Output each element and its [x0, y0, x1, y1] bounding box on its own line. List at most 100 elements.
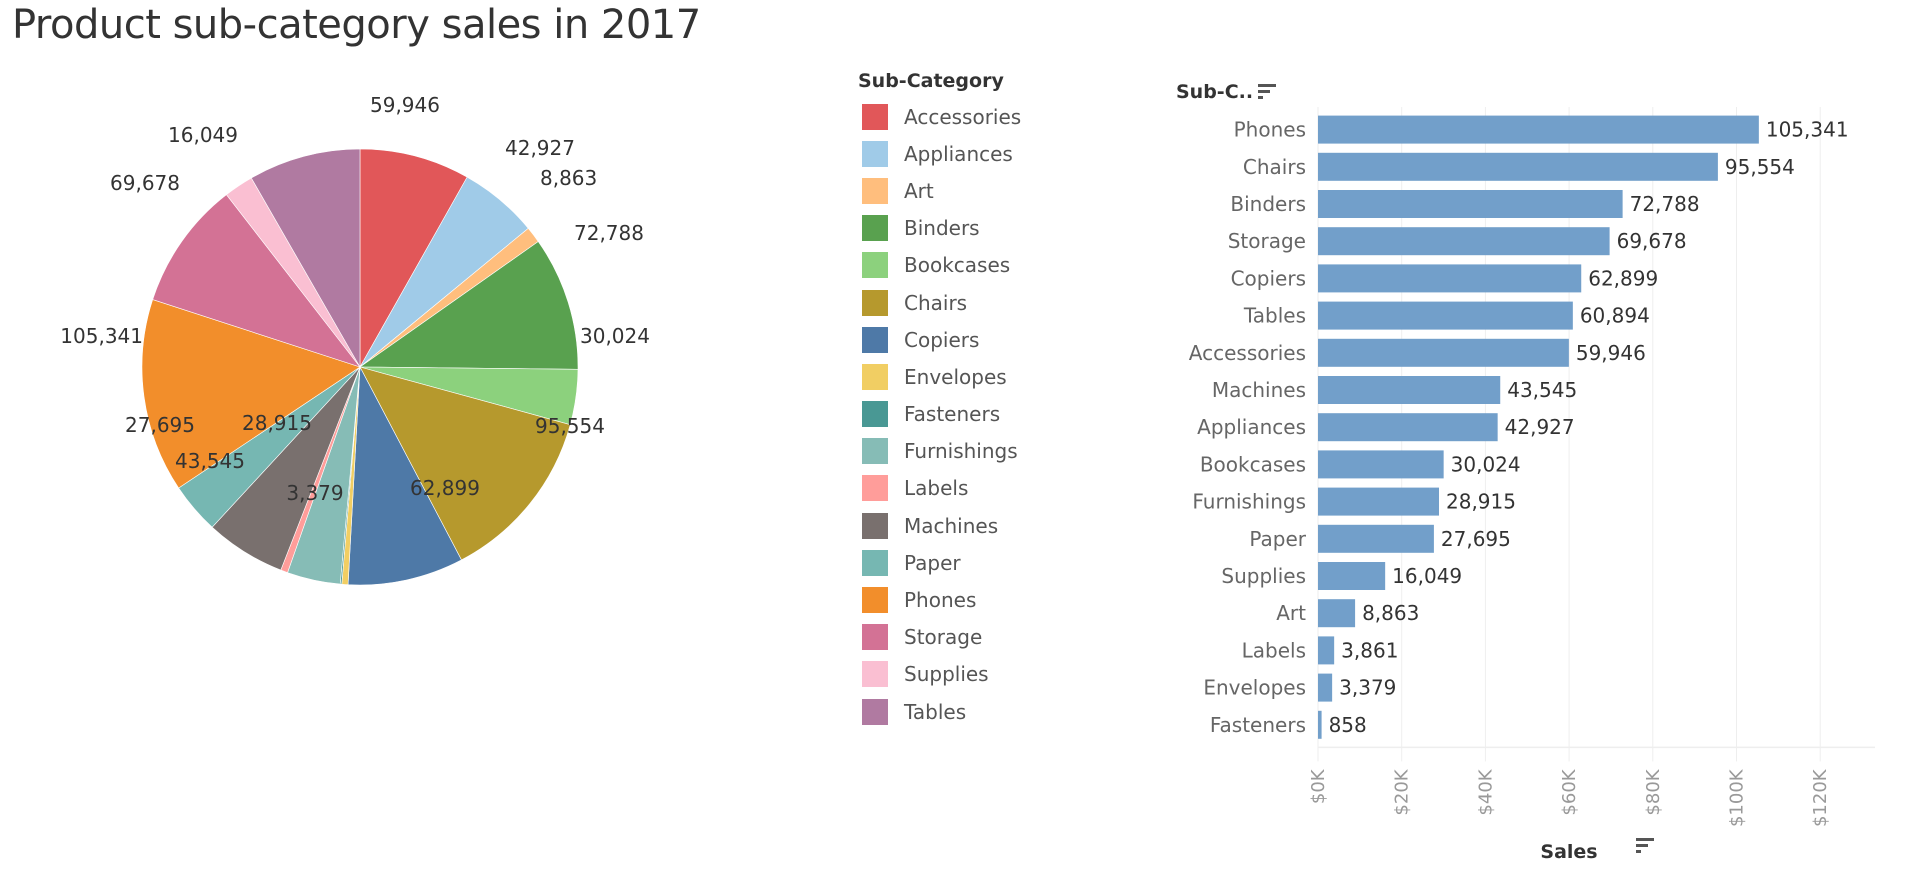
bar-value-label: 72,788	[1630, 192, 1700, 216]
category-label: Supplies	[1221, 564, 1306, 588]
legend-label: Furnishings	[904, 439, 1018, 464]
legend-label: Chairs	[904, 290, 968, 315]
category-label: Furnishings	[1192, 490, 1306, 514]
category-label: Paper	[1249, 527, 1306, 551]
bar-copiers[interactable]	[1318, 264, 1582, 293]
legend-swatch	[862, 289, 888, 316]
bar-row-art[interactable]: Art 8,863	[1276, 599, 1419, 628]
bar-chart: Phones 105,341 Chairs 95,554 Binders 72,788 St…	[1176, 81, 1875, 863]
category-label: Tables	[1243, 304, 1306, 328]
legend-item-paper[interactable]: Paper	[858, 544, 1021, 581]
category-label: Bookcases	[1200, 452, 1306, 476]
legend-label: Binders	[904, 216, 980, 241]
pie-label-accessories: 59,946	[370, 93, 440, 117]
pie-label-bookcases: 30,024	[580, 324, 650, 348]
legend-swatch	[862, 549, 888, 576]
legend-item-machines[interactable]: Machines	[858, 507, 1021, 544]
bar-row-chairs[interactable]: Chairs 95,554	[1243, 152, 1795, 181]
bar-row-machines[interactable]: Machines 43,545	[1212, 376, 1577, 404]
bar-value-label: 59,946	[1576, 341, 1646, 365]
row-header-label[interactable]: Sub-C..	[1176, 81, 1253, 103]
bar-value-label: 3,861	[1341, 638, 1398, 662]
bar-row-fasteners[interactable]: Fasteners 858	[1210, 710, 1367, 739]
bar-furnishings[interactable]	[1318, 487, 1440, 516]
bar-row-copiers[interactable]: Copiers 62,899	[1231, 264, 1659, 293]
bar-row-labels[interactable]: Labels 3,861	[1242, 636, 1399, 665]
legend-item-tables[interactable]: Tables	[858, 693, 1021, 730]
bar-row-paper[interactable]: Paper 27,695	[1249, 524, 1511, 553]
bar-row-phones[interactable]: Phones 105,341	[1234, 115, 1849, 144]
bar-fasteners[interactable]	[1318, 710, 1322, 739]
bar-row-tables[interactable]: Tables 60,894	[1243, 301, 1650, 330]
bar-row-bookcases[interactable]: Bookcases 30,024	[1200, 450, 1521, 479]
bar-supplies[interactable]	[1318, 562, 1386, 590]
bar-labels[interactable]	[1318, 636, 1335, 665]
legend-label: Phones	[904, 588, 977, 613]
legend-swatch	[862, 624, 888, 651]
bar-bookcases[interactable]	[1318, 450, 1444, 479]
legend-item-envelopes[interactable]: Envelopes	[858, 358, 1021, 395]
legend-label: Machines	[904, 513, 999, 538]
bar-row-supplies[interactable]: Supplies 16,049	[1221, 562, 1462, 590]
x-tick-label: $60K	[1559, 768, 1580, 815]
pie-label-copiers: 62,899	[410, 476, 480, 500]
x-tick-label: $0K	[1308, 768, 1329, 804]
pie-label-phones: 105,341	[60, 324, 143, 348]
category-label: Envelopes	[1203, 676, 1306, 700]
bar-appliances[interactable]	[1318, 413, 1498, 442]
bar-value-label: 105,341	[1766, 118, 1849, 142]
legend-swatch	[862, 140, 888, 167]
pie-label-chairs: 95,554	[535, 414, 605, 438]
category-label: Binders	[1230, 192, 1306, 216]
legend-swatch	[862, 252, 888, 279]
legend-swatch	[862, 401, 888, 428]
sort-icon-sales[interactable]	[1636, 838, 1654, 853]
bar-art[interactable]	[1318, 599, 1356, 628]
bar-value-label: 43,545	[1507, 378, 1577, 402]
bar-chairs[interactable]	[1318, 152, 1718, 181]
legend-title: Sub-Category	[858, 70, 1004, 92]
legend-item-supplies[interactable]: Supplies	[858, 656, 1021, 693]
legend-label: Appliances	[904, 141, 1013, 166]
x-axis-title[interactable]: Sales	[1540, 841, 1597, 863]
bar-storage[interactable]	[1318, 227, 1610, 256]
legend-item-chairs[interactable]: Chairs	[858, 284, 1021, 321]
bar-accessories[interactable]	[1318, 338, 1569, 367]
legend-swatch	[862, 587, 888, 614]
bar-paper[interactable]	[1318, 524, 1434, 553]
bar-binders[interactable]	[1318, 190, 1623, 218]
legend-item-fasteners[interactable]: Fasteners	[858, 396, 1021, 433]
legend-swatch	[862, 438, 888, 465]
legend-item-furnishings[interactable]: Furnishings	[858, 433, 1021, 470]
legend-swatch	[862, 698, 888, 725]
legend-item-appliances[interactable]: Appliances	[858, 135, 1021, 172]
bar-row-furnishings[interactable]: Furnishings 28,915	[1192, 487, 1516, 516]
legend-label: Paper	[904, 550, 961, 575]
bar-row-envelopes[interactable]: Envelopes 3,379	[1203, 673, 1396, 702]
legend-item-copiers[interactable]: Copiers	[858, 321, 1021, 358]
bar-value-label: 60,894	[1580, 304, 1650, 328]
bar-value-label: 69,678	[1617, 229, 1687, 253]
legend-item-storage[interactable]: Storage	[858, 619, 1021, 656]
bar-row-accessories[interactable]: Accessories 59,946	[1189, 338, 1646, 367]
bar-value-label: 28,915	[1446, 490, 1516, 514]
legend-item-accessories[interactable]: Accessories	[858, 98, 1021, 135]
legend-item-binders[interactable]: Binders	[858, 210, 1021, 247]
bar-tables[interactable]	[1318, 301, 1573, 330]
legend-item-art[interactable]: Art	[858, 172, 1021, 209]
pie-label-paper: 27,695	[125, 413, 195, 437]
pie-label-supplies: 16,049	[168, 123, 238, 147]
bar-row-storage[interactable]: Storage 69,678	[1228, 227, 1687, 256]
category-label: Copiers	[1231, 266, 1306, 290]
legend-swatch	[862, 512, 888, 539]
sort-icon-rows[interactable]	[1258, 84, 1276, 99]
bar-row-appliances[interactable]: Appliances 42,927	[1197, 413, 1575, 442]
bar-machines[interactable]	[1318, 376, 1501, 404]
bar-envelopes[interactable]	[1318, 673, 1333, 702]
bar-phones[interactable]	[1318, 115, 1759, 144]
bar-row-binders[interactable]: Binders 72,788	[1230, 190, 1700, 218]
legend-item-labels[interactable]: Labels	[858, 470, 1021, 507]
bar-value-label: 62,899	[1588, 266, 1658, 290]
legend-item-bookcases[interactable]: Bookcases	[858, 247, 1021, 284]
legend-item-phones[interactable]: Phones	[858, 581, 1021, 618]
